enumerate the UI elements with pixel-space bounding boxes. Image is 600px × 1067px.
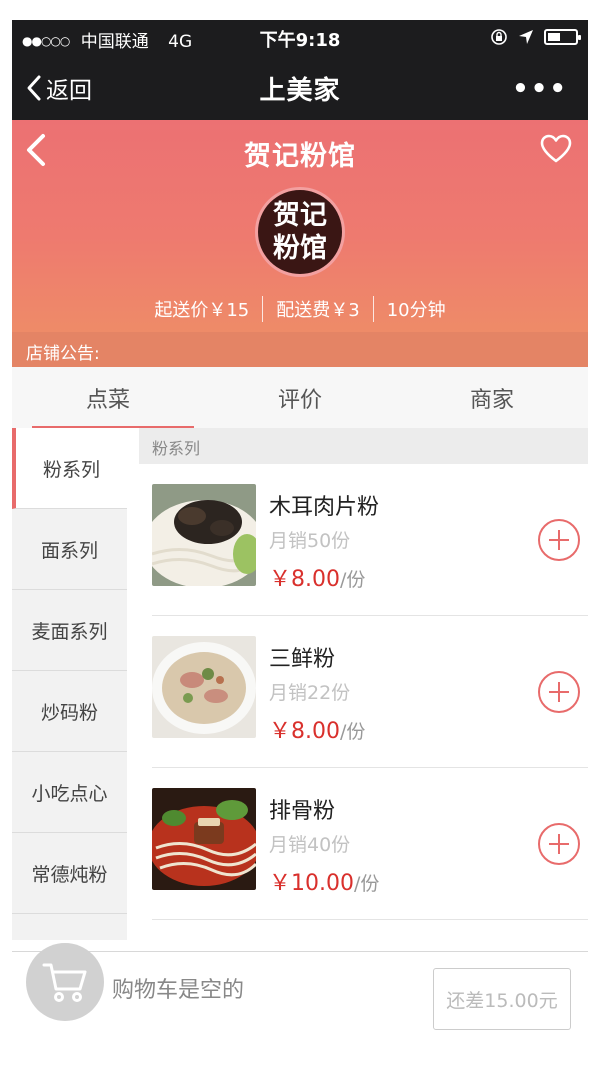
three-fresh-noodle-soup-icon [152,636,256,738]
item-monthly-sales: 月销40份 [269,834,351,856]
category-item-maimian[interactable]: 麦面系列 [12,590,127,671]
category-item-chaoma[interactable]: 炒码粉 [12,671,127,752]
item-name: 排骨粉 [269,799,336,824]
price-unit: /份 [340,569,366,591]
cart-status: 购物车是空的 [112,978,245,1003]
item-price: ￥8.00/份 [269,713,365,745]
add-to-cart-button[interactable] [538,823,580,865]
category-item-fen[interactable]: 粉系列 [12,428,127,509]
orientation-lock-icon [491,29,507,45]
checkout-button[interactable]: 还差15.00元 [433,968,571,1030]
item-name: 木耳肉片粉 [269,495,380,520]
store-info: 起送价￥15 配送费￥3 10分钟 [12,296,588,322]
tab-merchant[interactable]: 商家 [396,367,588,428]
store-tabs: 点菜 评价 商家 [12,367,588,428]
status-bar: ●●○○○ 中国联通 4G 下午9:18 [12,20,588,54]
store-logo: 贺记 粉馆 [255,187,345,277]
add-to-cart-button[interactable] [538,671,580,713]
menu-item[interactable]: 木耳肉片粉 月销50份 ￥8.00/份 [152,464,588,616]
item-price: ￥8.00/份 [269,561,365,593]
item-monthly-sales: 月销22份 [269,682,351,704]
battery-icon [544,29,581,45]
price-unit: /份 [340,721,366,743]
page-title: 上美家 [259,76,341,106]
heart-icon [540,134,572,163]
item-name: 三鲜粉 [269,647,336,672]
item-price: ￥10.00/份 [269,865,379,897]
price-value: ￥10.00 [269,871,354,896]
category-item-snacks[interactable]: 小吃点心 [12,752,127,833]
min-order-price: 起送价￥15 [154,300,250,321]
delivery-time: 10分钟 [372,296,459,322]
category-item-mian[interactable]: 面系列 [12,509,127,590]
store-name: 贺记粉馆 [244,141,356,172]
more-menu-button[interactable]: ••• [512,74,568,104]
menu-item[interactable]: 三鲜粉 月销22份 ￥8.00/份 [152,616,588,768]
price-value: ￥8.00 [269,719,340,744]
delivery-fee: 配送费￥3 [262,296,372,322]
item-monthly-sales: 月销50份 [269,530,351,552]
logo-text-line1: 贺记 [273,200,327,231]
tab-order[interactable]: 点菜 [12,367,204,428]
menu-section-title: 粉系列 [139,428,588,464]
shopping-cart-icon [42,963,87,1002]
menu-item[interactable]: 排骨粉 月销40份 ￥10.00/份 [152,768,588,920]
store-header: 贺记粉馆 贺记 粉馆 起送价￥15 配送费￥3 10分钟 [12,120,588,332]
category-sidebar: 粉系列 面系列 麦面系列 炒码粉 小吃点心 常德炖粉 [12,428,127,940]
logo-text-line2: 粉馆 [273,233,327,264]
tab-reviews[interactable]: 评价 [204,367,396,428]
price-value: ￥8.00 [269,567,340,592]
favorite-button[interactable] [540,134,572,168]
app-screen: ●●○○○ 中国联通 4G 下午9:18 返回 上美家 ••• 贺记粉馆 贺记 … [12,20,588,1067]
navigation-bar: 返回 上美家 ••• [12,54,588,120]
store-notice: 店铺公告: [12,332,588,367]
spare-rib-noodle-icon [152,788,256,890]
cart-bar: 购物车是空的 还差15.00元 [12,943,588,1067]
add-to-cart-button[interactable] [538,519,580,561]
noodle-with-wood-ear-icon [152,484,256,586]
category-item-dunfen[interactable]: 常德炖粉 [12,833,127,914]
price-unit: /份 [353,873,380,895]
location-arrow-icon [519,30,533,44]
menu-list: 粉系列 木耳肉片粉 月销50份 ￥8.00/份 三鲜粉 月销22份 ￥8.00/… [139,428,588,960]
cart-button[interactable] [26,943,104,1021]
